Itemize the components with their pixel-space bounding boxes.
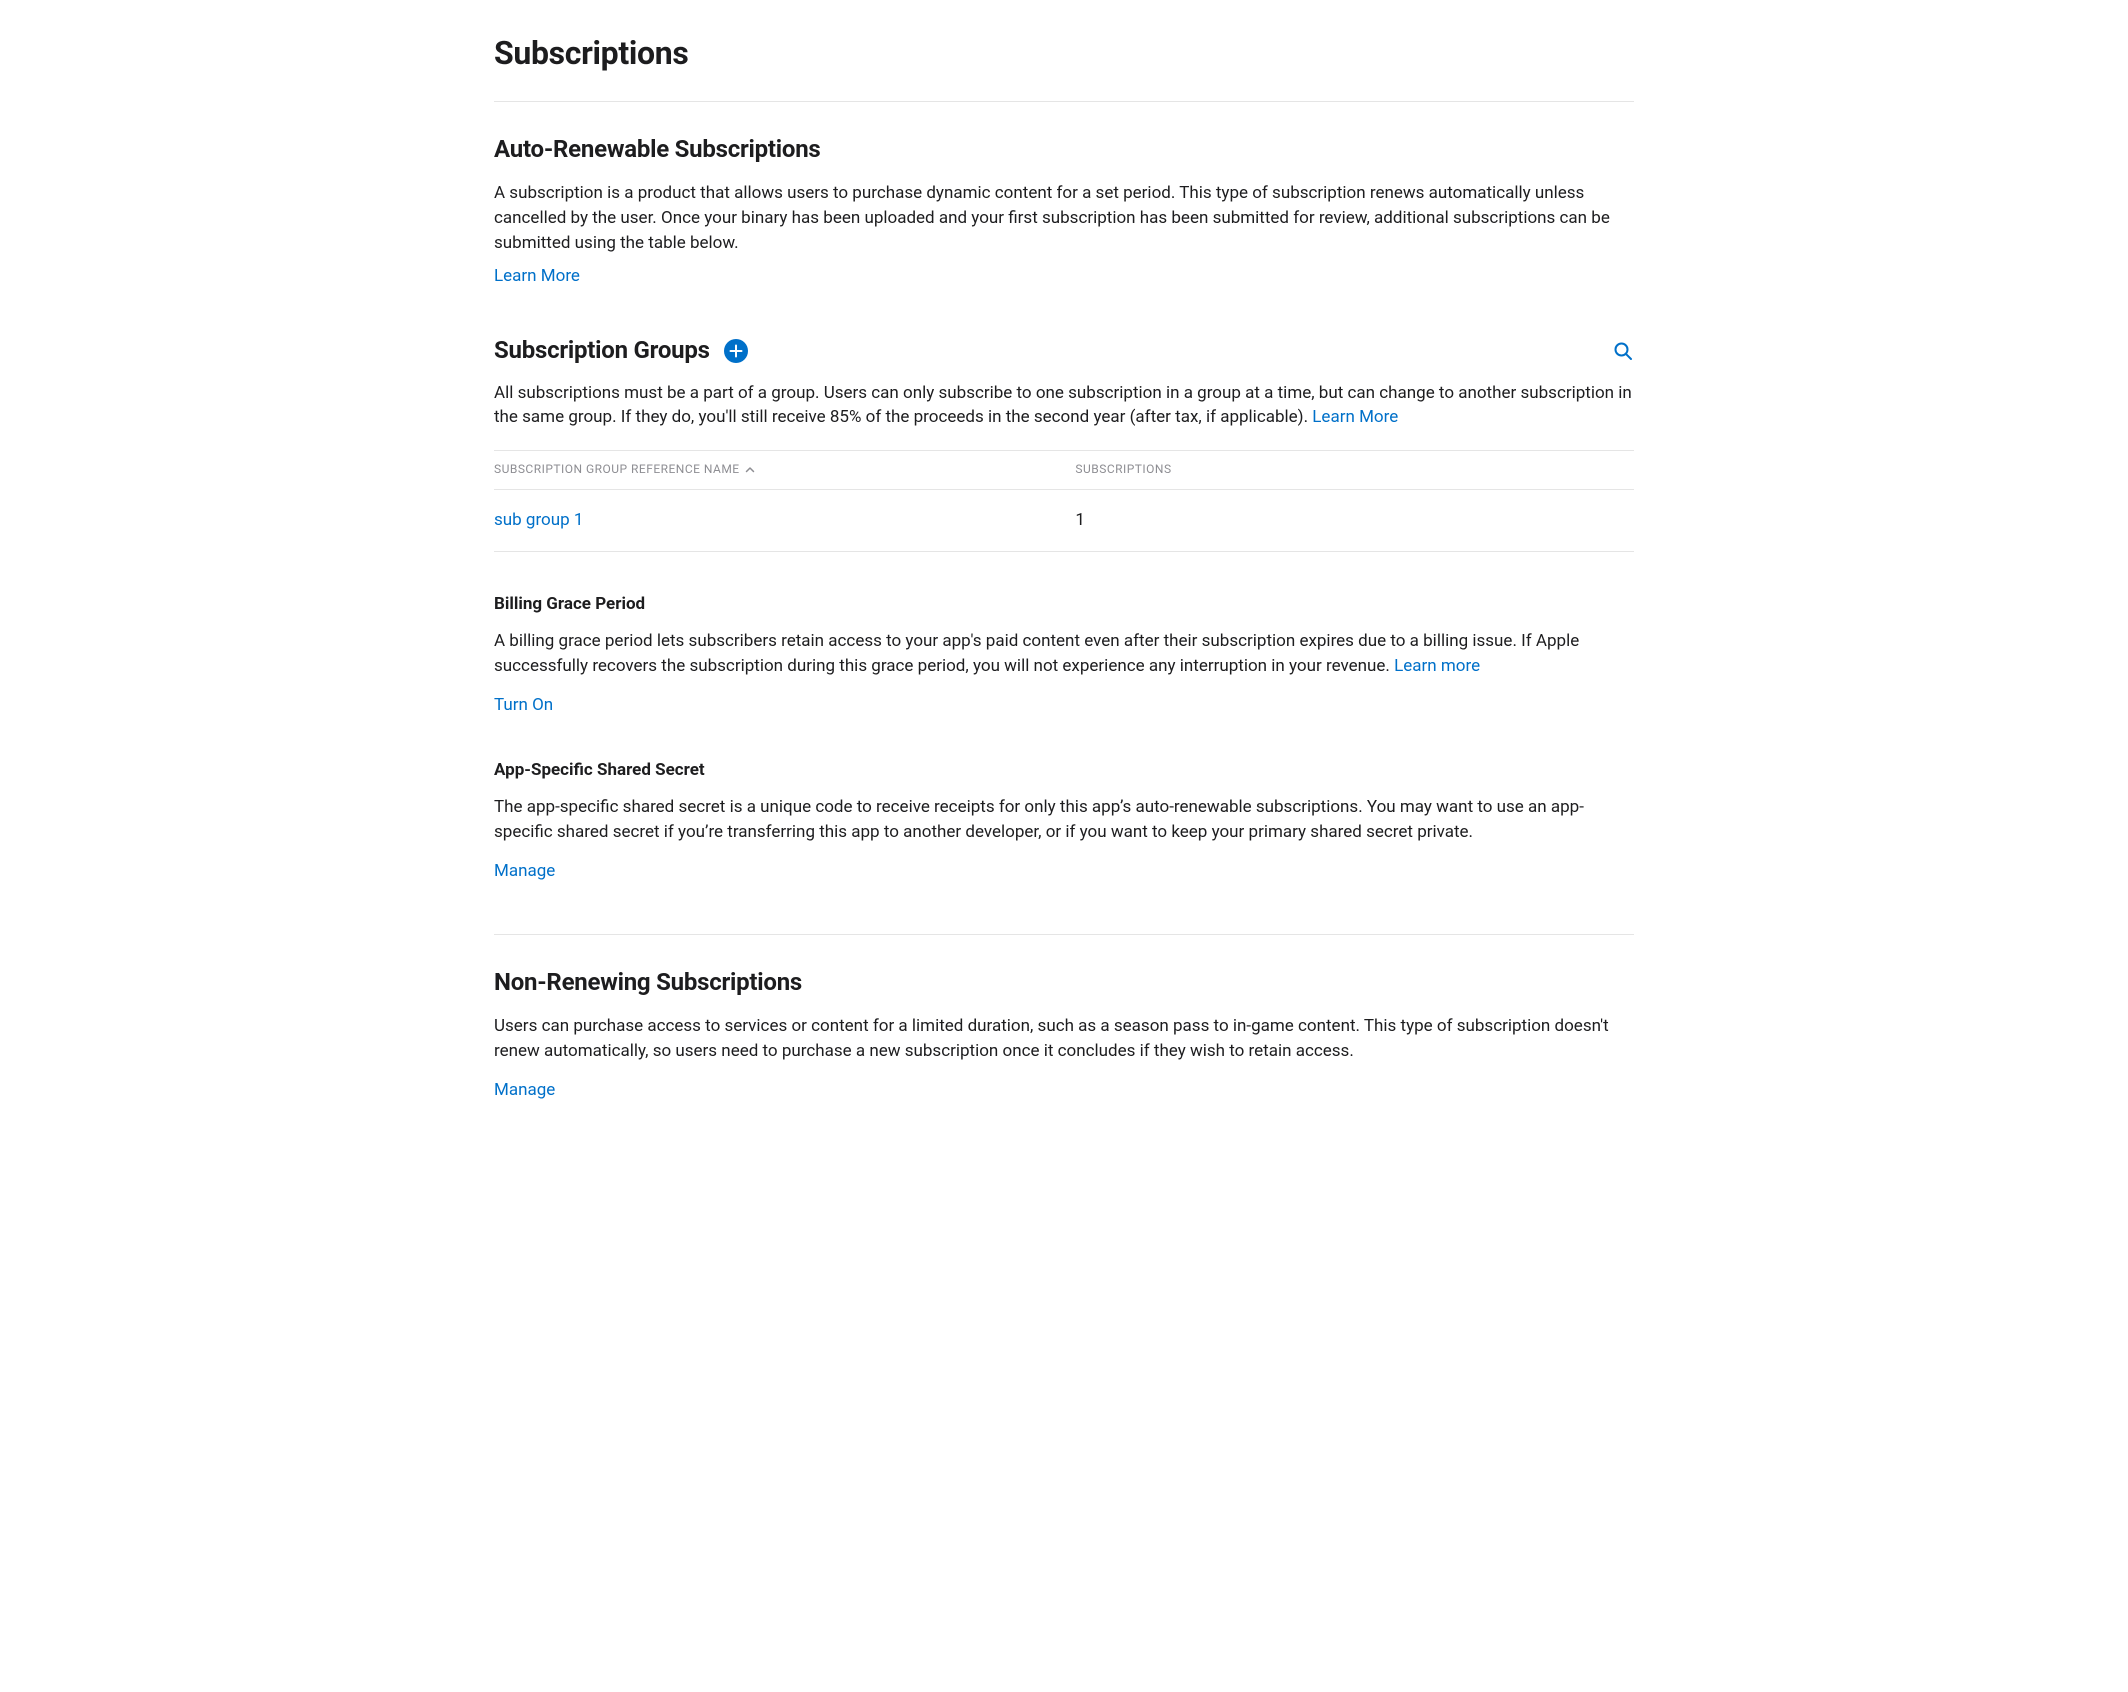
grace-period-heading: Billing Grace Period bbox=[494, 592, 1634, 617]
shared-secret-body: The app-specific shared secret is a uniq… bbox=[494, 795, 1634, 845]
column-header-name-label: SUBSCRIPTION GROUP REFERENCE NAME bbox=[494, 461, 740, 479]
grace-period-turn-on-link[interactable]: Turn On bbox=[494, 695, 553, 715]
subscription-groups-table: SUBSCRIPTION GROUP REFERENCE NAME SUBSCR… bbox=[494, 450, 1634, 552]
subscription-groups-body: All subscriptions must be a part of a gr… bbox=[494, 381, 1634, 431]
add-group-button[interactable] bbox=[724, 339, 748, 363]
non-renewing-heading: Non-Renewing Subscriptions bbox=[494, 965, 1634, 1000]
shared-secret-manage-link[interactable]: Manage bbox=[494, 861, 555, 881]
chevron-up-icon bbox=[745, 465, 755, 475]
subscription-groups-heading: Subscription Groups bbox=[494, 333, 710, 368]
non-renewing-manage-link[interactable]: Manage bbox=[494, 1080, 555, 1100]
search-groups-button[interactable] bbox=[1612, 340, 1634, 362]
subscription-groups-header: Subscription Groups bbox=[494, 333, 1634, 368]
subscription-groups-body-text: All subscriptions must be a part of a gr… bbox=[494, 383, 1632, 428]
shared-secret-heading: App-Specific Shared Secret bbox=[494, 758, 1634, 783]
subscription-groups-learn-more-link[interactable]: Learn More bbox=[1312, 407, 1398, 427]
auto-renewable-body: A subscription is a product that allows … bbox=[494, 181, 1634, 256]
grace-period-body: A billing grace period lets subscribers … bbox=[494, 629, 1634, 679]
page-title: Subscriptions bbox=[494, 30, 1634, 77]
column-header-count[interactable]: SUBSCRIPTIONS bbox=[1075, 451, 1634, 490]
table-row[interactable]: sub group 1 1 bbox=[494, 490, 1634, 552]
subscriptions-page: Subscriptions Auto-Renewable Subscriptio… bbox=[464, 0, 1664, 1163]
divider bbox=[494, 101, 1634, 102]
auto-renewable-learn-more-link[interactable]: Learn More bbox=[494, 264, 580, 289]
group-count-cell: 1 bbox=[1075, 490, 1634, 552]
column-header-name[interactable]: SUBSCRIPTION GROUP REFERENCE NAME bbox=[494, 451, 1075, 490]
column-header-count-label: SUBSCRIPTIONS bbox=[1075, 462, 1171, 476]
auto-renewable-heading: Auto-Renewable Subscriptions bbox=[494, 132, 1634, 167]
divider bbox=[494, 934, 1634, 935]
non-renewing-body: Users can purchase access to services or… bbox=[494, 1014, 1634, 1064]
search-icon bbox=[1613, 341, 1633, 361]
plus-icon bbox=[729, 344, 743, 358]
grace-period-learn-more-link[interactable]: Learn more bbox=[1394, 656, 1480, 676]
group-name-link[interactable]: sub group 1 bbox=[494, 510, 583, 530]
